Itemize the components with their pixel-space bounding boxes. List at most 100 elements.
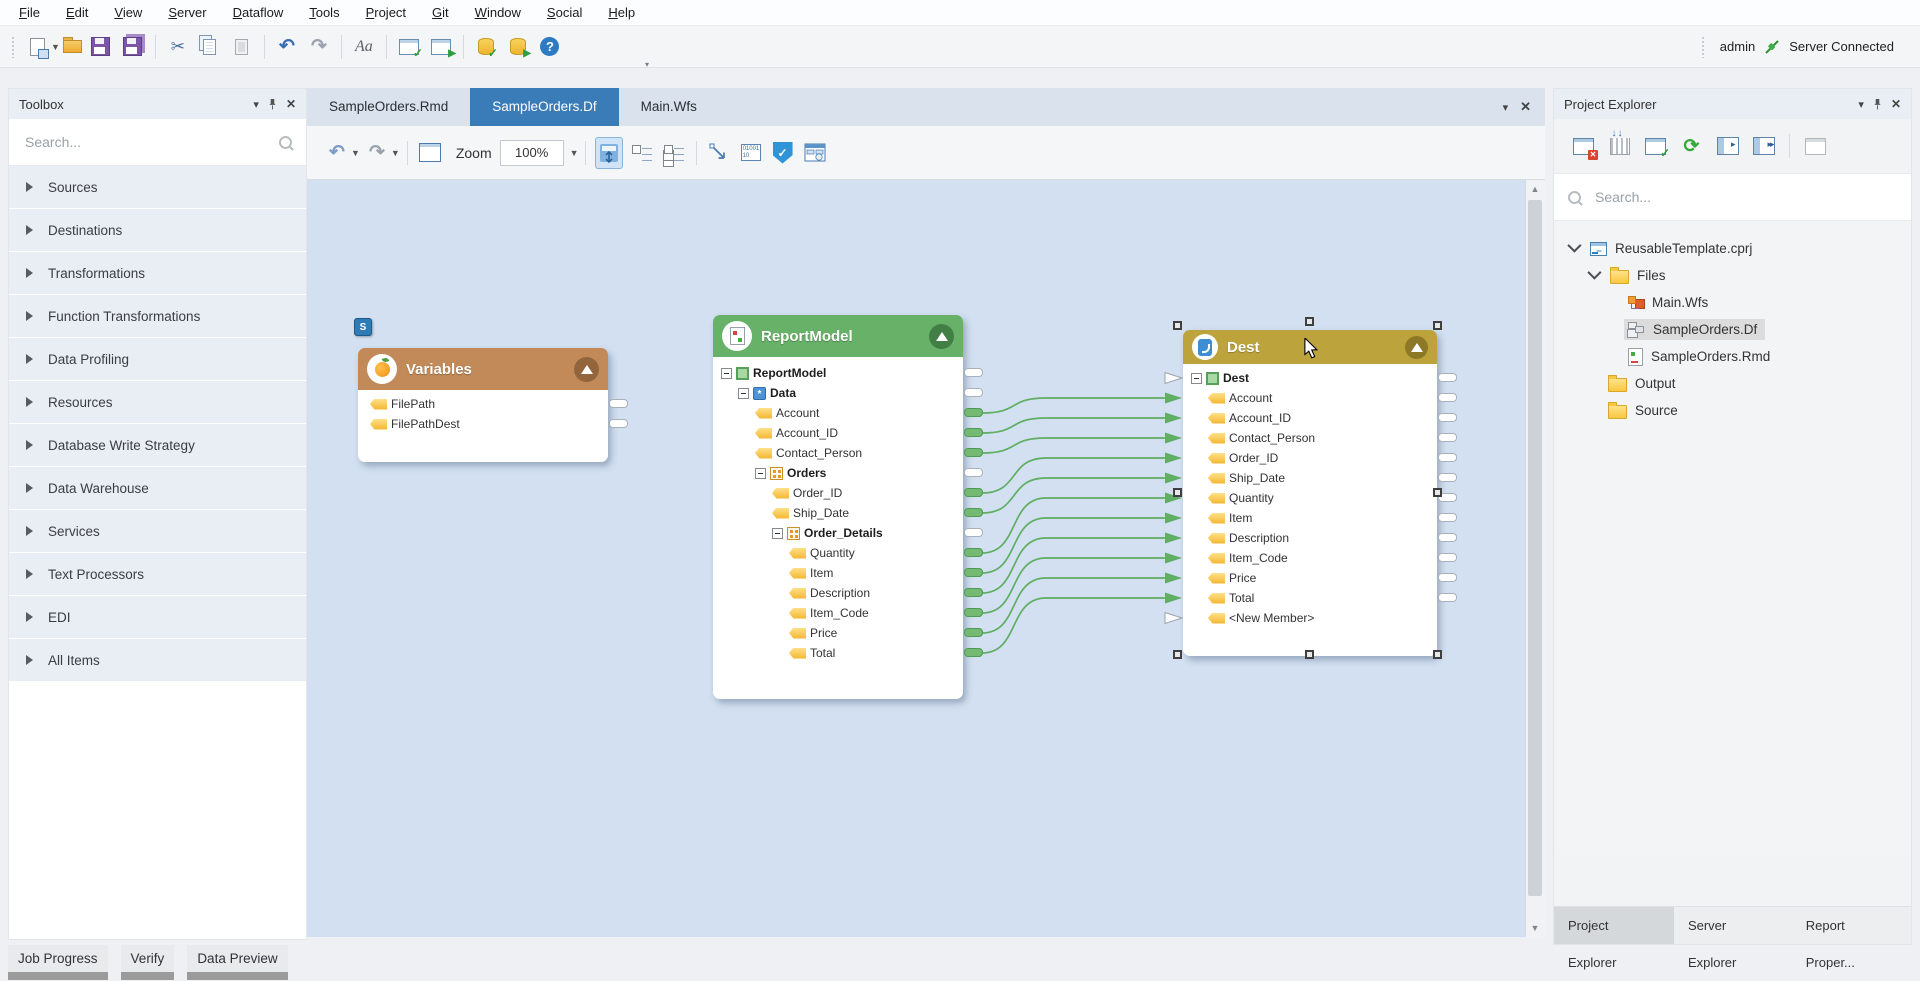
project-search-input[interactable] [1593,188,1897,206]
doc-tab-sampleorders.df[interactable]: SampleOrders.Df [470,88,618,126]
database-verify-button[interactable] [472,33,500,61]
dest-row-price[interactable]: Price [1183,568,1437,588]
selection-handle[interactable] [1433,488,1442,497]
toolbox-category-data-warehouse[interactable]: Data Warehouse [9,467,306,509]
reportmodel-row-contact_person[interactable]: Contact_Person [713,443,963,463]
selection-handle[interactable] [1173,488,1182,497]
reportmodel-row-order_id[interactable]: Order_ID [713,483,963,503]
redo-history-caret[interactable]: ▼ [391,148,400,158]
output-port[interactable] [1438,373,1457,382]
menu-dataflow[interactable]: Dataflow [220,0,297,26]
toolbox-category-function-transformations[interactable]: Function Transformations [9,295,306,337]
redo-button[interactable]: ↷ [305,33,333,61]
collapse-node-button[interactable] [929,324,954,349]
dest-row-contact_person[interactable]: Contact_Person [1183,428,1437,448]
output-port[interactable] [1438,553,1457,562]
verify-dataflow-button[interactable] [395,33,423,61]
mapping-wire-ship_date[interactable] [982,478,1165,513]
dest-node-header[interactable]: Dest [1183,330,1437,364]
cut-button[interactable]: ✂ [164,33,192,61]
reportmodel-row-quantity[interactable]: Quantity [713,543,963,563]
toolbar-grip[interactable] [1701,36,1706,58]
mapping-wire-item_code[interactable] [982,558,1165,613]
scroll-down-arrow[interactable]: ▼ [1526,919,1544,937]
draw-link-button[interactable] [706,138,732,168]
collapse-node-button[interactable] [574,357,599,382]
toolbox-category-text-processors[interactable]: Text Processors [9,553,306,595]
check-in-button[interactable] [1642,133,1669,160]
canvas-redo-button[interactable]: ↷ [364,138,390,168]
selection-handle[interactable] [1173,650,1182,659]
dataflow-canvas[interactable]: S Variables FilePathFilePathDest ReportM… [307,180,1545,937]
help-button[interactable]: ? [536,33,564,61]
output-port[interactable] [609,399,628,408]
output-port-connected[interactable] [964,488,983,497]
save-all-button[interactable] [119,33,147,61]
output-port-connected[interactable] [964,628,983,637]
collapse-nodes-button[interactable] [629,138,655,168]
project-tree-item-files[interactable]: Files [1554,262,1911,289]
output-port[interactable] [1438,593,1457,602]
panel-tab-report-proper-[interactable]: Report Proper... [1792,907,1911,944]
toolbox-category-resources[interactable]: Resources [9,381,306,423]
scroll-up-arrow[interactable]: ▲ [1526,180,1544,198]
output-port[interactable] [1438,433,1457,442]
variables-node-header[interactable]: Variables [358,348,608,390]
output-port[interactable] [1438,473,1457,482]
selection-handle[interactable] [1305,650,1314,659]
output-port-connected[interactable] [964,548,983,557]
output-port[interactable] [1438,393,1457,402]
dest-row-ship_date[interactable]: Ship_Date [1183,468,1437,488]
project-tree-item-sampleorders.rmd[interactable]: SampleOrders.Rmd [1554,343,1911,370]
reportmodel-row-order_details[interactable]: Order_Details [713,523,963,543]
output-port[interactable] [609,419,628,428]
output-port-connected[interactable] [964,568,983,577]
variable-row-filepathdest[interactable]: FilePathDest [358,414,608,434]
dest-row-account[interactable]: Account [1183,388,1437,408]
close-document-icon[interactable]: ✕ [1520,99,1531,115]
canvas-undo-button[interactable]: ↶ [324,138,350,168]
toolbox-category-services[interactable]: Services [9,510,306,552]
mapping-wire-account[interactable] [982,398,1165,413]
add-item-button[interactable] [1802,133,1829,160]
output-port-connected[interactable] [964,508,983,517]
reportmodel-row-ship_date[interactable]: Ship_Date [713,503,963,523]
menu-view[interactable]: View [101,0,155,26]
font-style-button[interactable]: Aa [350,33,378,61]
refresh-button[interactable]: ⟳ [1678,133,1705,160]
mapping-wire-order_id[interactable] [982,458,1165,493]
project-item[interactable]: Output [1604,372,1684,395]
database-load-button[interactable] [504,33,532,61]
output-port[interactable] [964,388,983,397]
tree-collapse-box-icon[interactable] [721,368,732,379]
get-latest-button[interactable] [1606,133,1633,160]
output-port[interactable] [1438,453,1457,462]
project-item[interactable]: Main.Wfs [1624,292,1716,313]
dest-row-order_id[interactable]: Order_ID [1183,448,1437,468]
menu-server[interactable]: Server [155,0,219,26]
toolbox-category-edi[interactable]: EDI [9,596,306,638]
reportmodel-row-price[interactable]: Price [713,623,963,643]
panel-tab-project-explorer[interactable]: Project Explorer [1554,907,1674,944]
tab-list-dropdown-icon[interactable]: ▾ [1503,101,1509,114]
panel-tab-server-explorer[interactable]: Server Explorer [1674,907,1792,944]
dest-row-dest[interactable]: Dest [1183,368,1437,388]
selection-handle[interactable] [1305,317,1314,326]
output-port[interactable] [964,368,983,377]
output-port-connected[interactable] [964,608,983,617]
project-tree-item-source[interactable]: Source [1554,397,1911,424]
toolbox-search-input[interactable] [23,133,279,151]
menu-project[interactable]: Project [353,0,419,26]
zoom-select[interactable]: 100% [500,140,564,166]
toolbox-category-sources[interactable]: Sources [9,166,306,208]
close-icon[interactable]: ✕ [286,97,296,111]
selection-handle[interactable] [1433,321,1442,330]
reportmodel-node-header[interactable]: ReportModel [713,315,963,357]
output-port-connected[interactable] [964,448,983,457]
mapping-wire-total[interactable] [982,598,1165,653]
collapse-node-button[interactable] [1405,336,1428,359]
mapping-wire-description[interactable] [982,538,1165,593]
dest-row-item[interactable]: Item [1183,508,1437,528]
reportmodel-row-account[interactable]: Account [713,403,963,423]
toolbox-category-transformations[interactable]: Transformations [9,252,306,294]
